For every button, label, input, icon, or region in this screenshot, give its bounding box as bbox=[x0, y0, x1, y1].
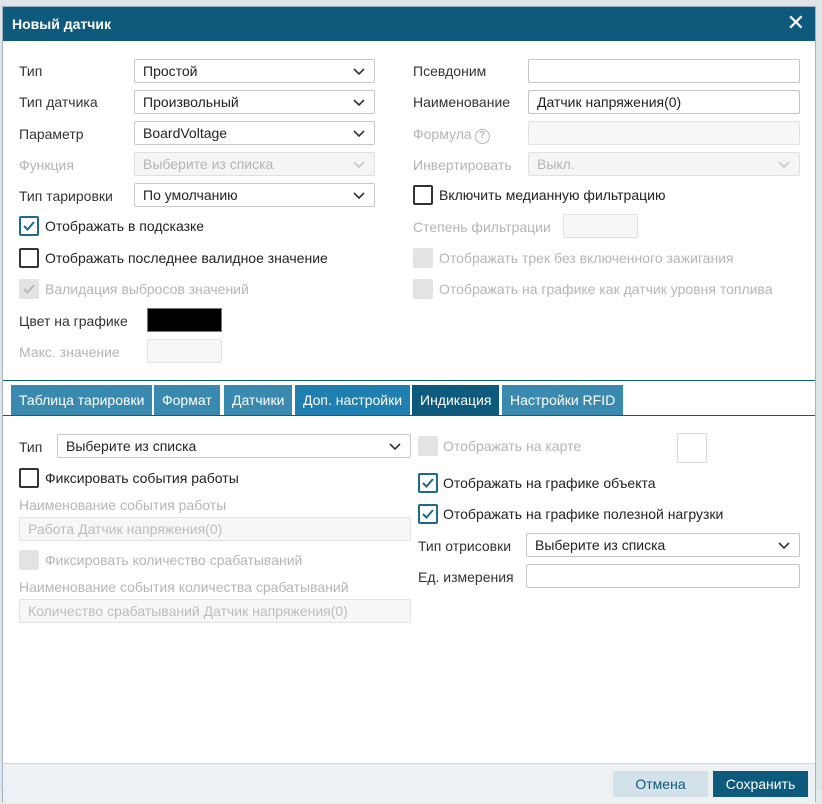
dialog-titlebar: Новый датчик ✕ bbox=[3, 7, 815, 41]
median-filter-label: Включить медианную фильтрацию bbox=[439, 187, 666, 203]
filter-degree-input[interactable] bbox=[563, 214, 638, 238]
sensor-type-select-value: Произвольный bbox=[143, 94, 239, 110]
fix-trigger-count-checkbox[interactable] bbox=[19, 550, 39, 570]
draw-type-placeholder: Выберите из списка bbox=[535, 537, 666, 553]
chart-color-label: Цвет на графике bbox=[19, 313, 128, 329]
type-label: Тип bbox=[19, 63, 43, 79]
invert-select[interactable]: Выкл. bbox=[528, 152, 800, 176]
tab-extra-settings[interactable]: Доп. настройки bbox=[295, 385, 411, 415]
fix-work-events-checkbox[interactable] bbox=[19, 468, 39, 488]
checkmark-icon bbox=[23, 284, 35, 294]
fix-work-events-label: Фиксировать события работы bbox=[45, 470, 239, 486]
dialog-title: Новый датчик bbox=[12, 16, 111, 32]
chevron-down-icon bbox=[353, 161, 365, 169]
show-on-map-checkbox[interactable] bbox=[418, 436, 438, 456]
chevron-down-icon bbox=[778, 161, 790, 169]
close-icon[interactable]: ✕ bbox=[787, 11, 805, 35]
work-event-name-input[interactable]: Работа Датчик напряжения(0) bbox=[19, 517, 411, 541]
max-value-input[interactable] bbox=[147, 339, 222, 363]
tab-rfid-settings[interactable]: Настройки RFID bbox=[502, 385, 624, 415]
calibration-type-value: По умолчанию bbox=[143, 187, 238, 203]
tab-format[interactable]: Формат bbox=[154, 385, 220, 415]
tab-calibration-table[interactable]: Таблица тарировки bbox=[11, 385, 153, 415]
count-event-name-input[interactable]: Количество срабатываний Датчик напряжени… bbox=[19, 599, 411, 623]
indication-type-label: Тип bbox=[19, 439, 43, 455]
sensor-type-select[interactable]: Произвольный bbox=[134, 90, 375, 114]
track-no-ignition-checkbox[interactable] bbox=[413, 248, 433, 268]
alias-label: Псевдоним bbox=[413, 63, 487, 79]
fuel-level-chart-checkbox[interactable] bbox=[413, 279, 433, 299]
cancel-button[interactable]: Отмена bbox=[613, 771, 708, 797]
work-event-name-label: Наименование события работы bbox=[19, 497, 227, 513]
show-in-hint-label: Отображать в подсказке bbox=[45, 218, 205, 234]
type-select-value: Простой bbox=[143, 63, 198, 79]
show-on-payload-chart-checkbox[interactable] bbox=[418, 504, 438, 524]
function-label: Функция bbox=[19, 157, 74, 173]
indication-type-placeholder: Выберите из списка bbox=[66, 438, 197, 454]
param-select[interactable]: BoardVoltage bbox=[134, 121, 375, 145]
unit-label: Ед. измерения bbox=[418, 569, 514, 585]
fuel-level-chart-label: Отображать на графике как датчик уровня … bbox=[439, 281, 773, 297]
chevron-down-icon bbox=[778, 542, 790, 550]
indication-type-select[interactable]: Выберите из списка bbox=[57, 434, 411, 458]
fix-trigger-count-label: Фиксировать количество срабатываний bbox=[45, 552, 303, 568]
tab-indication[interactable]: Индикация bbox=[412, 385, 500, 415]
tab-sensors[interactable]: Датчики bbox=[224, 385, 293, 415]
show-last-valid-checkbox[interactable] bbox=[19, 248, 39, 268]
tabs-top-divider bbox=[3, 380, 815, 381]
dialog-footer: Отмена Сохранить bbox=[3, 763, 815, 803]
invert-select-value: Выкл. bbox=[537, 156, 575, 172]
chevron-down-icon bbox=[353, 68, 365, 76]
chart-color-swatch[interactable] bbox=[147, 308, 222, 332]
chevron-down-icon bbox=[353, 192, 365, 200]
show-last-valid-label: Отображать последнее валидное значение bbox=[45, 250, 328, 266]
map-icon-picker[interactable] bbox=[677, 433, 707, 463]
formula-label: Формула? bbox=[413, 126, 490, 144]
type-select[interactable]: Простой bbox=[134, 59, 375, 83]
validation-label: Валидация выбросов значений bbox=[45, 281, 249, 297]
calibration-type-label: Тип тарировки bbox=[19, 188, 113, 204]
show-on-map-label: Отображать на карте bbox=[443, 438, 582, 454]
draw-type-select[interactable]: Выберите из списка bbox=[526, 533, 800, 557]
chevron-down-icon bbox=[353, 130, 365, 138]
param-select-value: BoardVoltage bbox=[143, 125, 228, 141]
formula-input[interactable] bbox=[528, 121, 800, 145]
median-filter-checkbox[interactable] bbox=[413, 185, 433, 205]
checkmark-icon bbox=[422, 509, 434, 519]
name-input[interactable]: Датчик напряжения(0) bbox=[528, 90, 800, 114]
chevron-down-icon bbox=[353, 99, 365, 107]
param-label: Параметр bbox=[19, 126, 84, 142]
function-select[interactable]: Выберите из списка bbox=[134, 152, 375, 176]
filter-degree-label: Степень фильтрации bbox=[413, 219, 551, 235]
unit-input[interactable] bbox=[526, 564, 800, 588]
sensor-type-label: Тип датчика bbox=[19, 94, 98, 110]
alias-input[interactable] bbox=[528, 59, 800, 83]
new-sensor-dialog: Новый датчик ✕ Тип Простой Тип датчика П… bbox=[2, 6, 816, 803]
checkmark-icon bbox=[422, 478, 434, 488]
name-label: Наименование bbox=[413, 94, 511, 110]
draw-type-label: Тип отрисовки bbox=[418, 538, 512, 554]
calibration-type-select[interactable]: По умолчанию bbox=[134, 183, 375, 207]
tabs-bottom-divider bbox=[3, 415, 815, 416]
count-event-name-label: Наименование события количества срабатыв… bbox=[19, 579, 349, 595]
chevron-down-icon bbox=[389, 443, 401, 451]
formula-label-text: Формула bbox=[413, 126, 472, 142]
invert-label: Инвертировать bbox=[413, 157, 512, 173]
function-select-placeholder: Выберите из списка bbox=[143, 156, 274, 172]
show-on-payload-chart-label: Отображать на графике полезной нагрузки bbox=[443, 506, 724, 522]
help-icon[interactable]: ? bbox=[474, 129, 490, 144]
checkmark-icon bbox=[23, 221, 35, 231]
show-on-object-chart-label: Отображать на графике объекта bbox=[443, 475, 656, 491]
show-on-object-chart-checkbox[interactable] bbox=[418, 473, 438, 493]
validation-checkbox[interactable] bbox=[19, 279, 39, 299]
max-value-label: Макс. значение bbox=[19, 344, 120, 360]
show-in-hint-checkbox[interactable] bbox=[19, 216, 39, 236]
track-no-ignition-label: Отображать трек без включенного зажигани… bbox=[439, 250, 734, 266]
save-button[interactable]: Сохранить bbox=[713, 771, 808, 797]
